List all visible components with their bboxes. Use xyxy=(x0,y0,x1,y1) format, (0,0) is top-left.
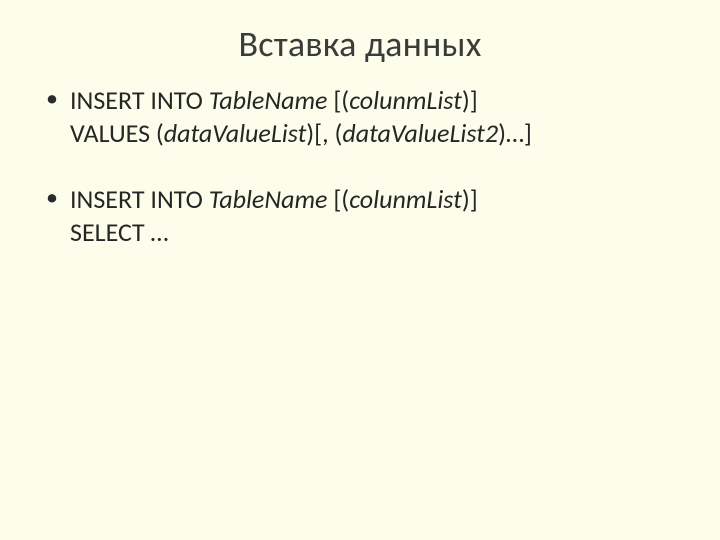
bullet-line-1: INSERT INTO TableName [(colunmList)] xyxy=(70,183,676,216)
text: )] xyxy=(462,183,478,215)
list-item: INSERT INTO TableName [(colunmList)] VAL… xyxy=(44,84,676,151)
slide: Вставка данных INSERT INTO TableName [(c… xyxy=(0,0,720,540)
text: INSERT INTO xyxy=(70,84,209,116)
text-italic: colunmList xyxy=(349,183,462,215)
text-italic: TableName xyxy=(209,84,328,116)
bullet-list: INSERT INTO TableName [(colunmList)] VAL… xyxy=(44,84,676,249)
bullet-line-1: INSERT INTO TableName [(colunmList)] xyxy=(70,84,676,117)
text: INSERT INTO xyxy=(70,183,209,215)
text: )…] xyxy=(498,117,532,149)
bullet-line-2: VALUES (dataValueList)[, (dataValueList2… xyxy=(70,117,676,150)
text-italic: colunmList xyxy=(349,84,462,116)
text: VALUES ( xyxy=(70,117,164,149)
text: SELECT … xyxy=(70,216,168,248)
list-item: INSERT INTO TableName [(colunmList)] SEL… xyxy=(44,183,676,250)
text: )[, ( xyxy=(306,117,342,149)
text: )] xyxy=(462,84,478,116)
text-italic: TableName xyxy=(209,183,328,215)
text-italic: dataValueList2 xyxy=(342,117,498,149)
slide-title: Вставка данных xyxy=(44,22,676,66)
text: [( xyxy=(327,183,349,215)
text: [( xyxy=(327,84,349,116)
bullet-line-2: SELECT … xyxy=(70,216,676,249)
text-italic: dataValueList xyxy=(164,117,307,149)
